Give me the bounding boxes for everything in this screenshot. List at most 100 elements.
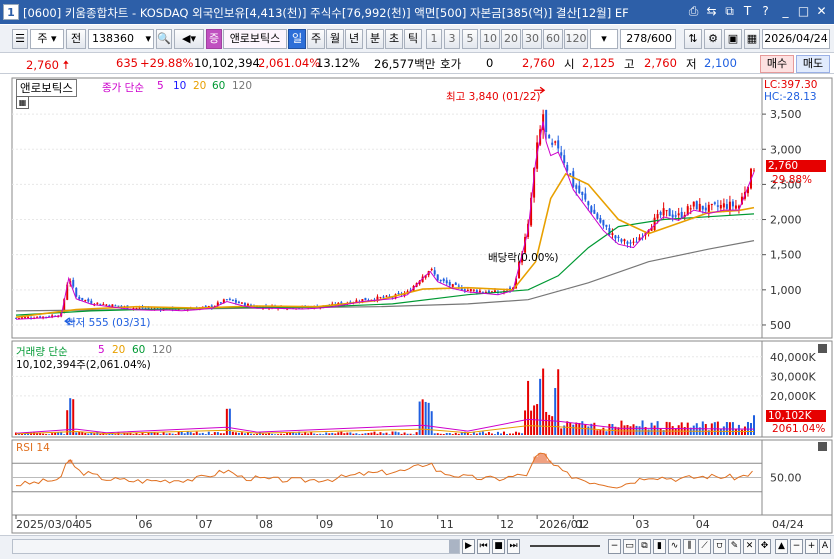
stop-button[interactable]: ■ — [492, 539, 505, 554]
price-legend-label: 종가 단순 — [102, 82, 144, 94]
save-icon[interactable]: ▣ — [724, 29, 742, 49]
scroll-end-button[interactable]: ⏭ — [507, 539, 520, 554]
volume-bar — [192, 433, 195, 435]
interval-1-button[interactable]: 1 — [426, 29, 442, 49]
period-minute-button[interactable]: 분 — [366, 29, 384, 49]
candle-body — [716, 205, 719, 207]
zoom-minus-button[interactable]: − — [790, 539, 803, 554]
volume-bar — [36, 433, 39, 435]
compare-icon[interactable]: ⇅ — [684, 29, 702, 49]
candle-body — [204, 305, 207, 307]
interval-30-button[interactable]: 30 — [522, 29, 542, 49]
scrollbar[interactable] — [12, 539, 460, 554]
close-button[interactable]: ✕ — [814, 4, 829, 19]
candle-body — [554, 141, 557, 143]
sell-button[interactable]: 매도 — [796, 55, 830, 73]
period-tick-button[interactable]: 틱 — [404, 29, 422, 49]
period-day-button[interactable]: 일 — [288, 29, 306, 49]
scroll-right-button[interactable]: ▶ — [462, 539, 475, 554]
interval-5-button[interactable]: 5 — [462, 29, 478, 49]
scroll-thumb[interactable] — [449, 540, 459, 553]
volume-bar — [213, 432, 216, 435]
tool-icon[interactable]: ⚙ — [704, 29, 722, 49]
volume-bar — [346, 432, 349, 435]
volume-bar — [66, 410, 69, 435]
maximize-button[interactable]: □ — [796, 4, 811, 19]
window-icon[interactable]: ▭ — [623, 539, 636, 554]
font-a-button[interactable]: A — [819, 539, 831, 554]
help-icon[interactable]: ? — [758, 4, 773, 19]
interval-120-button[interactable]: 120 — [564, 29, 588, 49]
move-icon[interactable]: ✥ — [758, 539, 771, 554]
candle-body — [572, 171, 575, 187]
zoom-slider[interactable] — [530, 545, 600, 547]
chart-type-icon[interactable]: ☰ — [12, 29, 28, 49]
grid-icon[interactable]: ▦ — [744, 29, 760, 49]
interval-input[interactable]: ▾ — [590, 29, 618, 49]
stock-name: 앤로보틱스 — [223, 29, 287, 49]
volume-bar — [671, 426, 674, 435]
candle-body — [466, 289, 469, 291]
x-tick-label: 07 — [199, 518, 213, 531]
zoom-out-button[interactable]: − — [608, 539, 621, 554]
scroll-up-button[interactable]: ▲ — [775, 539, 788, 554]
candle-body — [587, 201, 590, 206]
volume-bar — [740, 429, 743, 435]
period-year-button[interactable]: 년 — [345, 29, 363, 49]
candle-body — [563, 155, 566, 163]
interval-20-button[interactable]: 20 — [501, 29, 521, 49]
count-field[interactable]: 278/600 — [620, 29, 676, 49]
line-icon[interactable]: ∿ — [668, 539, 681, 554]
candle-body — [665, 210, 668, 212]
volume-bar — [156, 432, 159, 435]
volume-bar — [530, 410, 533, 435]
candle-body — [397, 293, 400, 295]
minimize-button[interactable]: _ — [778, 4, 793, 19]
volume-bar — [283, 434, 286, 435]
candle-body — [575, 185, 578, 189]
trend-icon[interactable]: ⟋ — [698, 539, 711, 554]
zoom-plus-button[interactable]: + — [805, 539, 818, 554]
new-window-icon[interactable]: ⧉ — [722, 4, 737, 19]
period-week-button[interactable]: 주 — [307, 29, 325, 49]
lc-label: LC:397.30 — [764, 79, 818, 91]
candle-icon[interactable]: ▮ — [653, 539, 666, 554]
print-icon[interactable]: ⎙ — [686, 4, 701, 19]
candle-body — [704, 207, 707, 211]
all-button[interactable]: 전 — [66, 29, 86, 49]
volume-bar — [623, 425, 626, 435]
volume-bar — [307, 433, 310, 435]
font-icon[interactable]: T — [740, 4, 755, 19]
candle-body — [599, 217, 602, 223]
interval-3-button[interactable]: 3 — [444, 29, 460, 49]
period-second-button[interactable]: 초 — [385, 29, 403, 49]
scroll-start-button[interactable]: ⏮ — [477, 539, 490, 554]
speaker-icon[interactable]: ◀▾ — [174, 29, 204, 49]
delete-icon[interactable]: ✕ — [743, 539, 756, 554]
swap-icon[interactable]: ⇆ — [704, 4, 719, 19]
magnet-icon[interactable]: ⩌ — [713, 539, 726, 554]
candle-body — [105, 304, 108, 306]
bar-icon[interactable]: ⫼ — [683, 539, 696, 554]
volume-bar — [481, 431, 484, 435]
chart-canvas[interactable]: 3,5003,0002,5002,0001,5001,00050040,000K… — [0, 75, 834, 535]
calculator-icon[interactable]: ▦ — [16, 96, 29, 109]
copy-icon[interactable]: ⧉ — [638, 539, 651, 554]
volume-panel-close-icon[interactable] — [818, 344, 827, 353]
rsi-panel-close-icon[interactable] — [818, 442, 827, 451]
volume-bar — [364, 433, 367, 435]
volume-bar — [587, 426, 590, 435]
period-month-button[interactable]: 월 — [326, 29, 344, 49]
jeung-badge: 증 — [206, 29, 222, 49]
date-field[interactable]: 2026/04/24 — [762, 29, 830, 49]
volume-bar — [487, 431, 490, 435]
interval-60-button[interactable]: 60 — [543, 29, 563, 49]
interval-10-button[interactable]: 10 — [480, 29, 500, 49]
edit-icon[interactable]: ✎ — [728, 539, 741, 554]
buy-button[interactable]: 매수 — [760, 55, 794, 73]
code-input[interactable]: 138360 ▾ — [88, 29, 154, 49]
search-icon[interactable]: 🔍 — [156, 29, 172, 49]
candle-body — [695, 201, 698, 210]
type-select[interactable]: 주 ▾ — [30, 29, 64, 49]
candle-body — [364, 297, 367, 301]
